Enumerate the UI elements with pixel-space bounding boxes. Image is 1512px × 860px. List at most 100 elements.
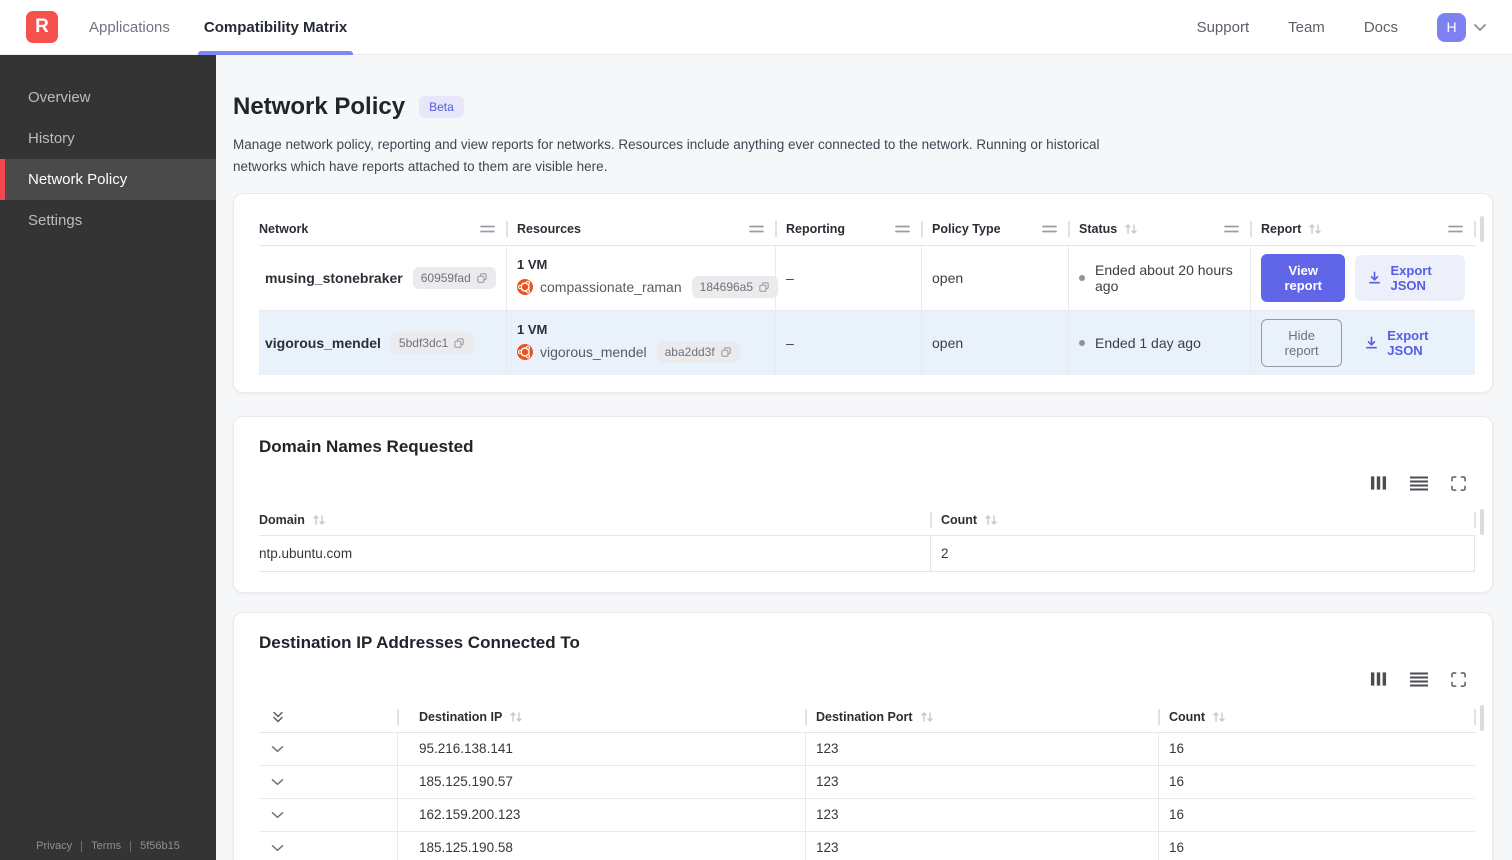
table-scrollbar[interactable]	[1480, 508, 1484, 535]
chevron-down-icon[interactable]	[271, 778, 284, 786]
view-report-button[interactable]: View report	[1261, 253, 1346, 302]
count-cell: 16	[1169, 807, 1185, 823]
chevron-down-icon[interactable]	[271, 745, 284, 753]
drag-handle-icon[interactable]	[749, 225, 764, 233]
column-label: Resources	[517, 221, 581, 236]
copy-icon[interactable]	[720, 346, 732, 358]
nav-link-docs[interactable]: Docs	[1364, 19, 1398, 36]
status-dot	[1079, 339, 1085, 346]
sort-icon[interactable]	[984, 514, 998, 526]
avatar[interactable]: H	[1437, 12, 1466, 42]
divider	[130, 840, 132, 852]
destination-ip-cell: 162.159.200.123	[398, 798, 806, 831]
status-cell: Ended 1 day ago	[1069, 310, 1251, 375]
nav-link-support[interactable]: Support	[1197, 19, 1250, 36]
page-title: Network Policy	[233, 93, 406, 120]
chevron-down-icon[interactable]	[1474, 23, 1486, 31]
column-label: Destination IP	[419, 709, 503, 724]
user-menu[interactable]: H	[1437, 12, 1486, 42]
expand-all-header[interactable]	[259, 702, 399, 732]
sidebar-item-settings[interactable]: Settings	[0, 200, 216, 241]
network-id: 60959fad	[420, 270, 471, 285]
sort-icon[interactable]	[509, 711, 523, 723]
destination-port-cell: 123	[806, 831, 1159, 860]
count-cell: 16	[1169, 840, 1185, 856]
tab-applications[interactable]: Applications	[89, 0, 170, 55]
drag-handle-icon[interactable]	[1224, 225, 1239, 233]
export-json-button[interactable]: Export JSON	[1352, 320, 1465, 366]
table-scrollbar[interactable]	[1480, 704, 1484, 731]
app-logo[interactable]: R	[26, 11, 58, 43]
network-id-badge[interactable]: 5bdf3dc1	[390, 331, 474, 354]
sort-icon[interactable]	[1124, 223, 1138, 235]
fullscreen-icon[interactable]	[1451, 475, 1466, 491]
copy-icon[interactable]	[453, 337, 465, 349]
build-id: 5f56b15	[140, 840, 180, 852]
tab-compatibility-matrix[interactable]: Compatibility Matrix	[197, 0, 354, 55]
export-json-button[interactable]: Export JSON	[1355, 254, 1465, 301]
column-header-domain[interactable]: Domain	[259, 506, 932, 535]
resources-cell: 1 VM vigorous_mendel aba2dd3f	[507, 310, 776, 375]
nav-link-team[interactable]: Team	[1288, 19, 1325, 36]
row-expander[interactable]	[259, 831, 398, 860]
primary-tabs: Applications Compatibility Matrix	[89, 0, 354, 55]
sort-icon[interactable]	[1308, 223, 1322, 235]
chevron-down-icon[interactable]	[271, 811, 284, 819]
row-expander[interactable]	[259, 732, 398, 765]
drag-handle-icon[interactable]	[1448, 225, 1463, 233]
hide-report-button[interactable]: Hide report	[1261, 318, 1343, 367]
rows-icon[interactable]	[1410, 476, 1428, 491]
download-icon	[1367, 270, 1382, 285]
destination-port-cell: 123	[806, 732, 1159, 765]
resource-id-badge[interactable]: 184696a5	[691, 276, 779, 299]
resource-name: compassionate_raman	[540, 279, 682, 296]
tab-compatibility-matrix-label: Compatibility Matrix	[203, 18, 348, 36]
column-header-count[interactable]: Count	[931, 506, 1476, 535]
count-cell: 16	[1169, 741, 1185, 757]
column-header-status[interactable]: Status	[1069, 213, 1252, 245]
column-header-destination-port[interactable]: Destination Port	[806, 702, 1160, 732]
drag-handle-icon[interactable]	[895, 225, 910, 233]
sort-icon[interactable]	[312, 514, 326, 526]
column-header-policy-type: Policy Type	[922, 213, 1070, 245]
download-icon	[1364, 335, 1379, 350]
rows-icon[interactable]	[1410, 672, 1428, 687]
sort-icon[interactable]	[920, 711, 934, 723]
drag-handle-icon[interactable]	[480, 225, 495, 233]
double-chevron-down-icon[interactable]	[271, 710, 285, 724]
column-label: Policy Type	[932, 221, 1001, 236]
ubuntu-icon	[517, 279, 533, 296]
network-name: musing_stonebraker	[265, 269, 403, 286]
resource-id-badge[interactable]: aba2dd3f	[656, 341, 740, 364]
privacy-link[interactable]: Privacy	[36, 840, 72, 852]
copy-icon[interactable]	[476, 272, 488, 284]
copy-icon[interactable]	[758, 281, 770, 293]
destination-ip-cell: 185.125.190.58	[398, 831, 806, 860]
report-cell: Hide report Export JSON	[1251, 311, 1475, 375]
chevron-down-icon[interactable]	[271, 844, 284, 852]
sort-icon[interactable]	[1212, 711, 1226, 723]
sidebar-item-network-policy[interactable]: Network Policy	[0, 159, 216, 200]
column-header-destination-ip[interactable]: Destination IP	[398, 702, 807, 732]
destination-port-cell: 123	[806, 765, 1159, 798]
column-header-report[interactable]: Report	[1251, 213, 1476, 245]
sidebar-footer: Privacy Terms 5f56b15	[0, 840, 216, 852]
table-toolbar	[259, 475, 1475, 492]
drag-handle-icon[interactable]	[1042, 225, 1057, 233]
table-scrollbar[interactable]	[1480, 215, 1484, 242]
row-expander[interactable]	[259, 798, 398, 831]
row-expander[interactable]	[259, 765, 398, 798]
resource-name: vigorous_mendel	[540, 344, 647, 361]
divider	[81, 840, 83, 852]
sidebar-item-overview[interactable]: Overview	[0, 77, 216, 118]
network-cell: musing_stonebraker 60959fad	[259, 245, 507, 310]
sidebar-item-history[interactable]: History	[0, 118, 216, 159]
resources-cell: 1 VM compassionate_raman 184696a5	[507, 245, 779, 310]
column-header-count[interactable]: Count	[1159, 702, 1476, 732]
terms-link[interactable]: Terms	[91, 840, 121, 852]
columns-icon[interactable]	[1370, 475, 1387, 491]
fullscreen-icon[interactable]	[1451, 671, 1466, 687]
network-id-badge[interactable]: 60959fad	[412, 266, 496, 289]
column-header-network: Network	[259, 213, 508, 245]
columns-icon[interactable]	[1370, 671, 1387, 687]
